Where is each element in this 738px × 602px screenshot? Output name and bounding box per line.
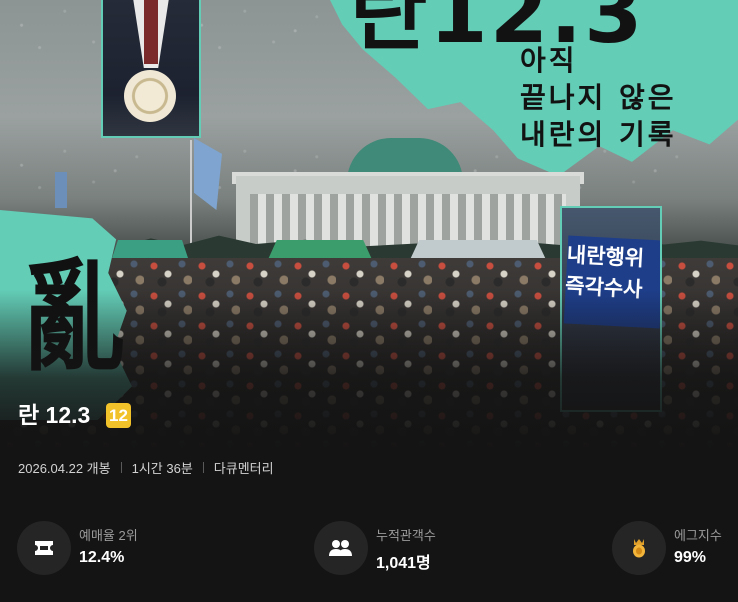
stat-label: 예매율 2위: [79, 528, 138, 543]
tie-shape: [144, 0, 158, 64]
presidential-seal-image: [124, 70, 176, 122]
egg-icon: [612, 521, 666, 575]
runtime: 1시간 36분: [131, 461, 193, 476]
stat-audience: 누적관객수 1,041명: [314, 521, 534, 576]
movie-detail-page: 란12.3 아직 끝나지 않은 내란의 기록 亂 내란행위 즉각수사 란 12.…: [0, 0, 738, 602]
stat-value: 1,041명: [376, 555, 431, 572]
genre: 다큐멘터리: [213, 461, 274, 476]
poster-tagline: 아직 끝나지 않은 내란의 기록: [520, 44, 677, 151]
meta-divider: [202, 462, 204, 473]
poster-inset-photo-podium: [101, 0, 201, 138]
stat-label: 에그지수: [674, 528, 722, 543]
age-rating-badge: 12: [106, 403, 131, 428]
flag-image: [55, 172, 67, 208]
stat-booking-rate: 예매율 2위 12.4%: [17, 521, 237, 576]
movie-meta-row: 2026.04.22 개봉 1시간 36분 다큐멘터리: [18, 458, 274, 477]
flag-pole: [190, 140, 192, 260]
audience-icon: [314, 521, 368, 575]
movie-title: 란 12.3: [18, 402, 91, 428]
movie-poster: 란12.3 아직 끝나지 않은 내란의 기록 亂 내란행위 즉각수사: [0, 0, 738, 450]
stat-egg-index: 에그지수 99%: [612, 521, 736, 576]
stat-value: 12.4%: [79, 549, 125, 566]
stat-value: 99%: [674, 549, 707, 566]
meta-divider: [120, 462, 122, 473]
ticket-icon: [17, 521, 71, 575]
release-date: 2026.04.22 개봉: [18, 461, 111, 476]
stat-label: 누적관객수: [376, 528, 436, 543]
